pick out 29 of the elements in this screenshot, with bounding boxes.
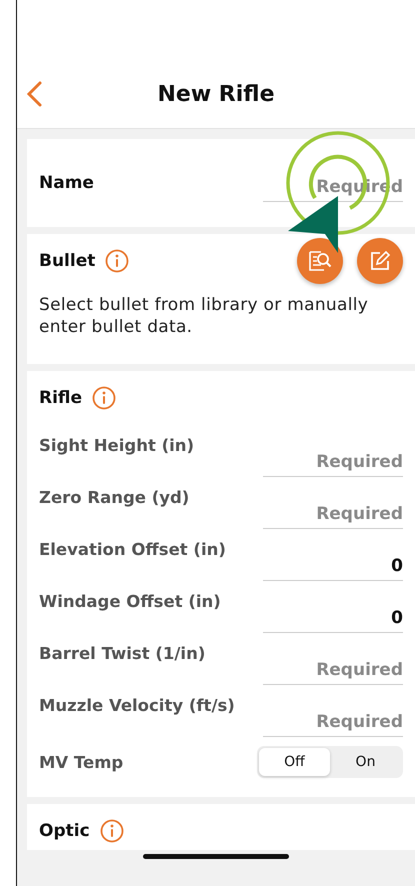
- section-title: Rifle: [39, 388, 82, 408]
- section-title: Optic: [39, 821, 90, 841]
- edit-icon: [368, 249, 392, 273]
- input-field[interactable]: 0: [263, 544, 403, 581]
- manual-edit-button[interactable]: [357, 238, 403, 284]
- segment-option[interactable]: On: [330, 748, 401, 776]
- input-field[interactable]: Required: [263, 440, 403, 477]
- field-label: Sight Height (in): [39, 436, 194, 457]
- field-label: Windage Offset (in): [39, 592, 221, 613]
- page-title: New Rifle: [157, 82, 275, 106]
- field-label: MV Temp: [39, 752, 124, 772]
- field-label: Name: [39, 173, 94, 193]
- field-label: Zero Range (yd): [39, 488, 190, 509]
- segment-option[interactable]: Off: [259, 748, 330, 776]
- field-label: Muzzle Velocity (ft/s): [39, 696, 235, 717]
- section-title: Bullet: [39, 251, 96, 271]
- input-field[interactable]: Required: [263, 648, 403, 685]
- field-label: Barrel Twist (1/in): [39, 644, 206, 665]
- back-chevron-icon[interactable]: [25, 80, 43, 108]
- section-description: Select bullet from library or manually enter bullet data.: [39, 294, 370, 338]
- info-icon[interactable]: [100, 819, 124, 843]
- input-field[interactable]: 0: [263, 596, 403, 633]
- info-icon[interactable]: [105, 249, 130, 273]
- input-field[interactable]: Required: [263, 700, 403, 737]
- document-search-icon: [307, 248, 333, 274]
- library-search-button[interactable]: [297, 238, 343, 284]
- info-icon[interactable]: [92, 386, 116, 410]
- input-field[interactable]: Required: [263, 492, 403, 529]
- field-label: Elevation Offset (in): [39, 540, 226, 561]
